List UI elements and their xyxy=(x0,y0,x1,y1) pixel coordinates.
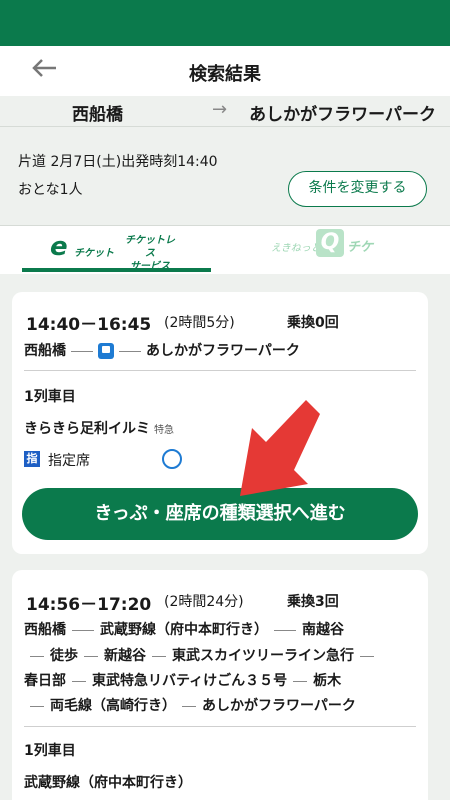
route-stop: 春日部 xyxy=(24,673,66,689)
route-stop: 南越谷 xyxy=(302,622,344,638)
result-time: 14:56－17:20 xyxy=(26,595,152,615)
red-arrow-icon xyxy=(240,400,320,496)
result-duration: (2時間5分) xyxy=(164,315,235,331)
ticket-type-tabs: e チケット チケットレス サービス えきねっと Q チケ xyxy=(0,226,450,274)
seat-radio-button[interactable] xyxy=(162,449,182,469)
route-line xyxy=(152,655,166,657)
result-time: 14:40－16:45 xyxy=(26,315,152,335)
divider xyxy=(24,370,416,371)
train-name-text: きらきら足利イルミ xyxy=(24,421,150,437)
trip-date-time: 片道 2月7日(土)出発時刻14:40 xyxy=(18,154,218,170)
train-name: 武蔵野線（府中本町行き） xyxy=(24,775,192,791)
route-line xyxy=(72,629,94,631)
search-conditions: 片道 2月7日(土)出発時刻14:40 おとな1人 条件を変更する xyxy=(0,126,450,226)
result-card[interactable]: 14:40－16:45 (2時間5分) 乗換0回 西船橋 あしかがフラワーパーク … xyxy=(12,292,428,554)
route-train: 武蔵野線（府中本町行き） xyxy=(100,622,268,638)
result-card[interactable]: 14:56－17:20 (2時間24分) 乗換3回 西船橋武蔵野線（府中本町行き… xyxy=(12,570,428,800)
route-line-4: 両毛線（高崎行き） あしかがフラワーパーク xyxy=(24,695,356,715)
e-ticket-logo-icon: e xyxy=(50,232,68,262)
route-to: あしかがフラワーパーク xyxy=(249,105,436,125)
route-train: 東武特急リバティけごん３５号 xyxy=(92,673,288,689)
tab-q-ticket-label: チケ xyxy=(347,240,374,255)
route-train: 両毛線（高崎行き） xyxy=(50,698,176,714)
route-line xyxy=(360,655,374,657)
route-line xyxy=(274,629,296,631)
result-transfers: 乗換3回 xyxy=(287,594,339,610)
section-label: 1列車目 xyxy=(24,389,76,405)
route-from: 西船橋 xyxy=(72,105,123,125)
tab-q-ticket-prefix: えきねっと xyxy=(271,243,321,254)
result-transfers: 乗換0回 xyxy=(287,315,339,331)
route-walk: 徒歩 xyxy=(50,648,78,664)
status-bar xyxy=(0,0,450,46)
q-ticket-logo-icon: Q xyxy=(316,229,344,257)
tab-e-ticket[interactable]: e チケット チケットレス サービス xyxy=(0,226,225,274)
page-title: 検索結果 xyxy=(189,64,261,85)
route-from: 西船橋 xyxy=(24,343,66,359)
route-line-3: 春日部 東武特急リバティけごん３５号 栃木 xyxy=(24,670,341,690)
reserved-seat-icon: 指 xyxy=(24,451,40,467)
route-line xyxy=(30,655,44,657)
seat-type-label: 指定席 xyxy=(48,453,90,469)
route-bar: 西船橋 → あしかがフラワーパーク xyxy=(0,96,450,126)
route-line xyxy=(30,705,44,707)
tab-q-ticket[interactable]: えきねっと Q チケ xyxy=(225,226,450,274)
route-train: 東武スカイツリーライン急行 xyxy=(172,648,354,664)
section-label: 1列車目 xyxy=(24,743,76,759)
route-stop: 新越谷 xyxy=(104,648,146,664)
train-icon xyxy=(98,343,114,359)
tab-e-ticket-sub1: チケットレス xyxy=(125,235,175,259)
train-kind: 特急 xyxy=(154,425,174,436)
route-line xyxy=(84,655,98,657)
result-route: 西船橋 あしかがフラワーパーク xyxy=(24,340,300,360)
active-tab-indicator xyxy=(22,268,211,272)
route-line xyxy=(293,680,308,682)
app-header: 検索結果 xyxy=(0,46,450,96)
route-line xyxy=(72,680,86,682)
change-conditions-button[interactable]: 条件を変更する xyxy=(288,171,427,207)
route-line xyxy=(71,350,93,352)
tab-e-ticket-label: チケット xyxy=(74,248,114,259)
route-line-1: 西船橋 武蔵野線（府中本町行き） 南越谷 xyxy=(24,619,344,639)
route-line xyxy=(119,350,141,352)
route-stop: あしかがフラワーパーク xyxy=(202,698,356,714)
route-stop: 栃木 xyxy=(313,673,342,689)
route-stop: 西船橋 xyxy=(24,622,66,638)
route-arrow-icon: → xyxy=(212,99,228,120)
divider xyxy=(24,726,416,727)
proceed-ticket-seat-button[interactable]: きっぷ・座席の種類選択へ進む xyxy=(22,488,418,540)
route-to: あしかがフラワーパーク xyxy=(146,343,300,359)
result-duration: (2時間24分) xyxy=(164,594,244,610)
route-line xyxy=(182,705,196,707)
train-name: きらきら足利イルミ 特急 xyxy=(24,418,174,438)
passenger-count: おとな1人 xyxy=(18,182,83,198)
route-line-2: 徒歩 新越谷 東武スカイツリーライン急行 xyxy=(24,645,380,665)
